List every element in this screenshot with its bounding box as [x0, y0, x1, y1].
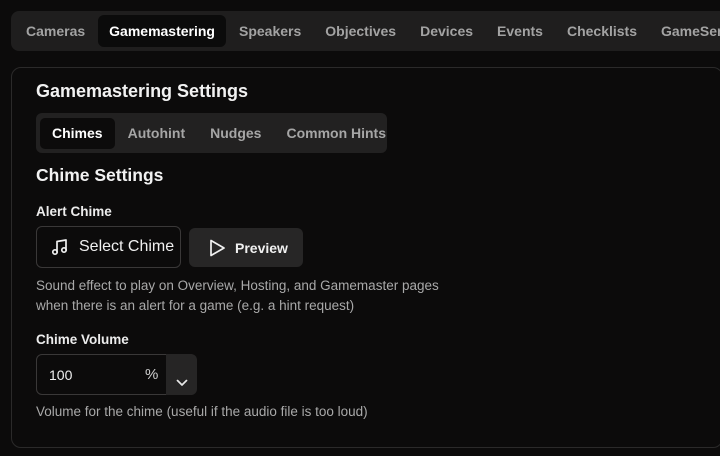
settings-panel: Gamemastering Settings Chimes Autohint N… — [11, 67, 720, 448]
select-chime-label: Select Chime — [79, 238, 175, 255]
preview-button[interactable]: Preview — [189, 228, 303, 267]
chime-volume-field: % — [36, 354, 197, 395]
play-icon — [208, 238, 226, 258]
tab-speakers[interactable]: Speakers — [228, 15, 312, 47]
preview-label: Preview — [235, 239, 288, 256]
subtab-chimes[interactable]: Chimes — [40, 117, 115, 149]
chime-volume-help: Volume for the chime (useful if the audi… — [36, 404, 368, 419]
subtab-common-hints[interactable]: Common Hints — [274, 118, 398, 149]
subtab-nudges[interactable]: Nudges — [198, 118, 273, 149]
chevron-down-icon — [176, 379, 188, 387]
music-note-icon — [51, 238, 69, 256]
tab-gamesense[interactable]: GameSense — [650, 15, 720, 47]
select-chime-button[interactable]: Select Chime — [36, 226, 181, 268]
tab-checklists[interactable]: Checklists — [556, 15, 648, 47]
volume-unit: % — [145, 366, 159, 383]
alert-chime-help: Sound effect to play on Overview, Hostin… — [36, 276, 439, 316]
section-title: Chime Settings — [36, 165, 164, 185]
tab-events[interactable]: Events — [486, 15, 554, 47]
alert-chime-label: Alert Chime — [36, 204, 112, 219]
chime-volume-label: Chime Volume — [36, 332, 129, 347]
chime-volume-input[interactable] — [38, 356, 138, 393]
volume-stepper-button[interactable] — [166, 354, 197, 395]
subtab-autohint[interactable]: Autohint — [116, 118, 198, 149]
alert-chime-help-line-2: when there is an alert for a game (e.g. … — [36, 298, 355, 313]
page-title: Gamemastering Settings — [36, 81, 249, 101]
alert-chime-help-line-1: Sound effect to play on Overview, Hostin… — [36, 278, 439, 293]
tab-objectives[interactable]: Objectives — [314, 15, 407, 47]
tab-devices[interactable]: Devices — [409, 15, 484, 47]
settings-sub-tab-bar: Chimes Autohint Nudges Common Hints — [36, 113, 387, 153]
tab-cameras[interactable]: Cameras — [15, 15, 96, 47]
main-tab-bar: Cameras Gamemastering Speakers Objective… — [11, 11, 720, 51]
tab-gamemastering[interactable]: Gamemastering — [98, 15, 226, 47]
